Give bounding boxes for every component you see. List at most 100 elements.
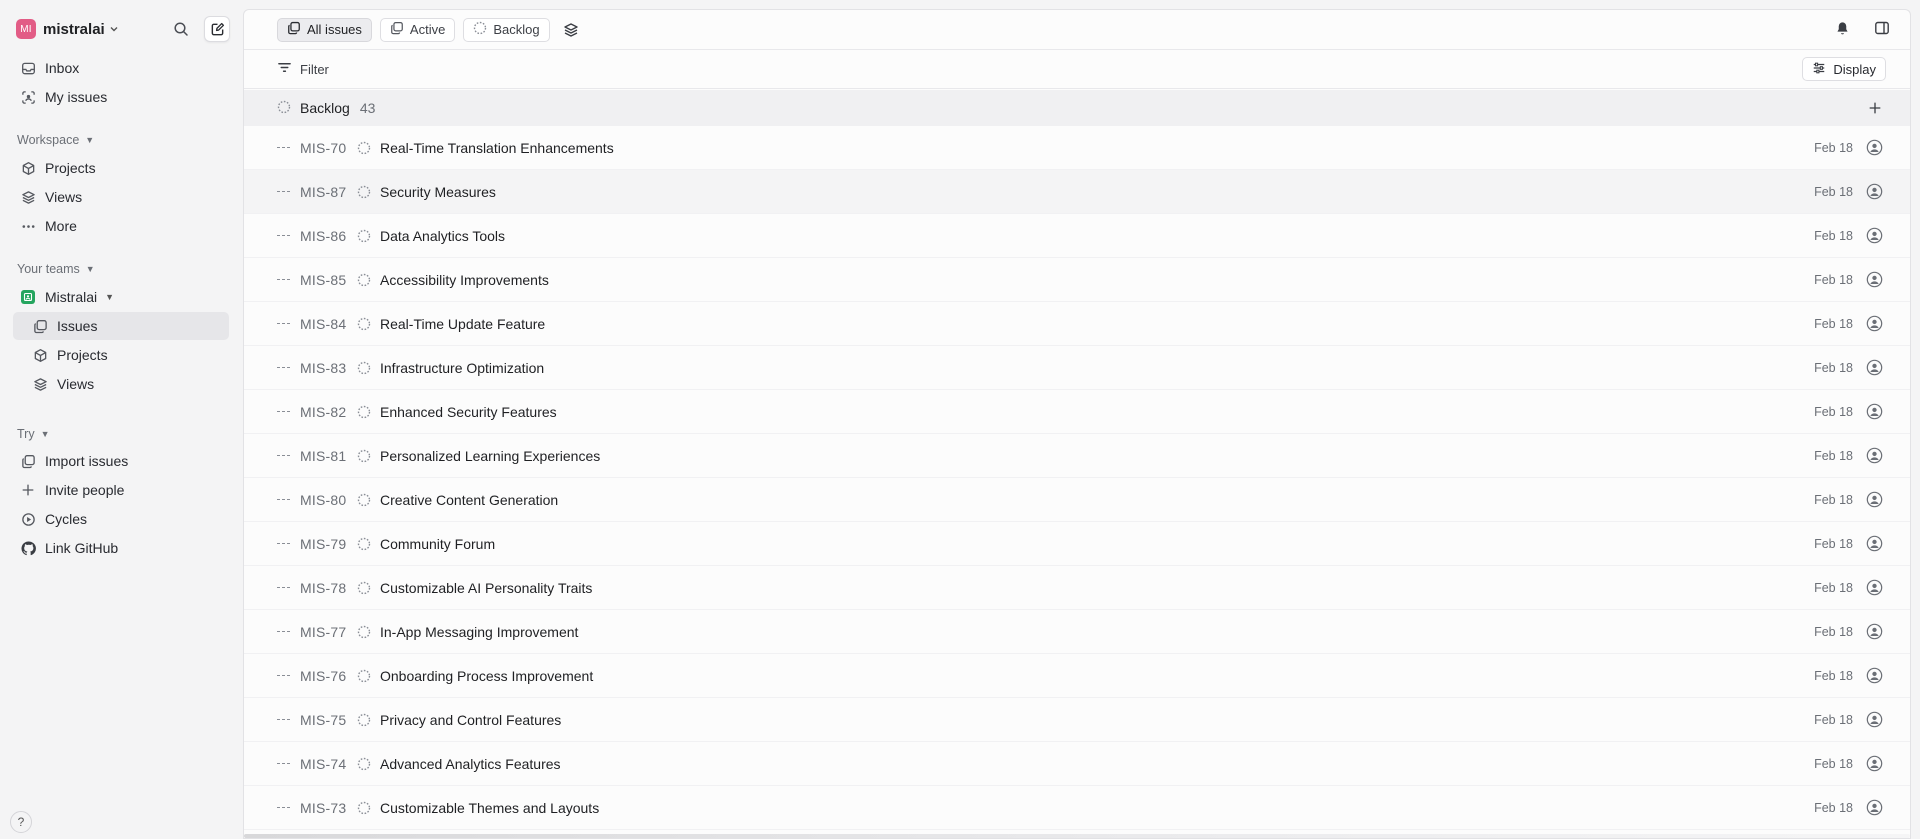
no-priority-icon[interactable] bbox=[277, 762, 291, 765]
assignee-avatar-icon[interactable] bbox=[1865, 183, 1883, 201]
backlog-status-icon[interactable] bbox=[357, 713, 371, 727]
assignee-avatar-icon[interactable] bbox=[1865, 755, 1883, 773]
sidebar-item-invite-people[interactable]: Invite people bbox=[13, 476, 229, 504]
sidebar-item-cycles[interactable]: Cycles bbox=[13, 505, 229, 533]
layers-icon[interactable] bbox=[558, 17, 584, 43]
backlog-status-icon[interactable] bbox=[357, 625, 371, 639]
issue-row[interactable]: MIS-85 Accessibility Improvements Feb 18 bbox=[244, 258, 1910, 302]
assignee-avatar-icon[interactable] bbox=[1865, 579, 1883, 597]
issue-row[interactable]: MIS-77 In-App Messaging Improvement Feb 18 bbox=[244, 610, 1910, 654]
sidebar-item-more[interactable]: More bbox=[13, 212, 229, 240]
backlog-status-icon[interactable] bbox=[357, 405, 371, 419]
issue-row[interactable]: MIS-78 Customizable AI Personality Traits… bbox=[244, 566, 1910, 610]
tab-backlog[interactable]: Backlog bbox=[463, 17, 550, 42]
backlog-status-icon[interactable] bbox=[357, 537, 371, 551]
no-priority-icon[interactable] bbox=[277, 190, 291, 193]
workspace-avatar[interactable]: MI bbox=[16, 19, 36, 39]
no-priority-icon[interactable] bbox=[277, 454, 291, 457]
tab-all-issues[interactable]: All issues bbox=[277, 17, 372, 42]
backlog-status-icon bbox=[277, 100, 291, 117]
assignee-avatar-icon[interactable] bbox=[1865, 799, 1883, 817]
issue-row[interactable]: MIS-74 Advanced Analytics Features Feb 18 bbox=[244, 742, 1910, 786]
backlog-status-icon[interactable] bbox=[357, 449, 371, 463]
no-priority-icon[interactable] bbox=[277, 542, 291, 545]
no-priority-icon[interactable] bbox=[277, 630, 291, 633]
no-priority-icon[interactable] bbox=[277, 718, 291, 721]
assignee-avatar-icon[interactable] bbox=[1865, 535, 1883, 553]
issue-row[interactable]: MIS-84 Real-Time Update Feature Feb 18 bbox=[244, 302, 1910, 346]
issue-row[interactable]: MIS-76 Onboarding Process Improvement Feb … bbox=[244, 654, 1910, 698]
tab-active[interactable]: Active bbox=[379, 17, 456, 42]
no-priority-icon[interactable] bbox=[277, 234, 291, 237]
sidebar-item-views[interactable]: Views bbox=[13, 183, 229, 211]
sidebar-item-projects[interactable]: Projects bbox=[13, 154, 229, 182]
display-button[interactable]: Display bbox=[1802, 57, 1886, 81]
assignee-avatar-icon[interactable] bbox=[1865, 403, 1883, 421]
issue-row[interactable]: MIS-80 Creative Content Generation Feb 18 bbox=[244, 478, 1910, 522]
horizontal-scrollbar[interactable] bbox=[244, 834, 1910, 838]
backlog-status-icon[interactable] bbox=[357, 141, 371, 155]
backlog-status-icon[interactable] bbox=[357, 669, 371, 683]
backlog-status-icon[interactable] bbox=[357, 273, 371, 287]
backlog-status-icon[interactable] bbox=[357, 361, 371, 375]
no-priority-icon[interactable] bbox=[277, 146, 291, 149]
bell-icon[interactable] bbox=[1835, 21, 1850, 39]
no-priority-icon[interactable] bbox=[277, 322, 291, 325]
issue-row[interactable]: MIS-81 Personalized Learning Experiences F… bbox=[244, 434, 1910, 478]
backlog-status-icon[interactable] bbox=[357, 801, 371, 815]
sidebar-item-import-issues[interactable]: Import issues bbox=[13, 447, 229, 475]
assignee-avatar-icon[interactable] bbox=[1865, 315, 1883, 333]
issue-row[interactable]: MIS-70 Real-Time Translation Enhancements… bbox=[244, 126, 1910, 170]
no-priority-icon[interactable] bbox=[277, 674, 291, 677]
try-section-label[interactable]: Try ▼ bbox=[17, 425, 50, 443]
backlog-status-icon[interactable] bbox=[357, 229, 371, 243]
issue-row[interactable]: MIS-73 Customizable Themes and Layouts Feb… bbox=[244, 786, 1910, 830]
issue-title: Onboarding Process Improvement bbox=[380, 667, 594, 684]
chevron-down-icon[interactable] bbox=[109, 24, 119, 34]
backlog-status-icon[interactable] bbox=[357, 317, 371, 331]
no-priority-icon[interactable] bbox=[277, 806, 291, 809]
sidebar-item-inbox[interactable]: Inbox bbox=[13, 54, 229, 82]
sidebar-item-team-views[interactable]: Views bbox=[13, 370, 229, 398]
issue-row[interactable]: MIS-86 Data Analytics Tools Feb 18 bbox=[244, 214, 1910, 258]
assignee-avatar-icon[interactable] bbox=[1865, 711, 1883, 729]
teams-section-label[interactable]: Your teams ▼ bbox=[17, 260, 95, 278]
import-icon bbox=[20, 453, 36, 469]
assignee-avatar-icon[interactable] bbox=[1865, 271, 1883, 289]
group-header-backlog[interactable]: Backlog 43 bbox=[244, 90, 1910, 126]
search-icon[interactable] bbox=[168, 16, 194, 42]
sidebar-item-link-github[interactable]: Link GitHub bbox=[13, 534, 229, 562]
no-priority-icon[interactable] bbox=[277, 498, 291, 501]
assignee-avatar-icon[interactable] bbox=[1865, 227, 1883, 245]
no-priority-icon[interactable] bbox=[277, 278, 291, 281]
assignee-avatar-icon[interactable] bbox=[1865, 623, 1883, 641]
team-mistralai[interactable]: Mistralai ▼ bbox=[13, 283, 229, 311]
assignee-avatar-icon[interactable] bbox=[1865, 667, 1883, 685]
assignee-avatar-icon[interactable] bbox=[1865, 447, 1883, 465]
workspace-section-label[interactable]: Workspace ▼ bbox=[17, 131, 94, 149]
backlog-status-icon[interactable] bbox=[357, 493, 371, 507]
no-priority-icon[interactable] bbox=[277, 586, 291, 589]
issue-row[interactable]: MIS-75 Privacy and Control Features Feb 18 bbox=[244, 698, 1910, 742]
backlog-status-icon[interactable] bbox=[357, 757, 371, 771]
sidebar-item-team-projects[interactable]: Projects bbox=[13, 341, 229, 369]
sidebar-panel-toggle-icon[interactable] bbox=[1874, 20, 1890, 39]
issue-row[interactable]: MIS-87 Security Measures Feb 18 bbox=[244, 170, 1910, 214]
backlog-status-icon[interactable] bbox=[357, 185, 371, 199]
no-priority-icon[interactable] bbox=[277, 410, 291, 413]
issue-row[interactable]: MIS-82 Enhanced Security Features Feb 18 bbox=[244, 390, 1910, 434]
help-button[interactable]: ? bbox=[10, 811, 32, 833]
assignee-avatar-icon[interactable] bbox=[1865, 491, 1883, 509]
assignee-avatar-icon[interactable] bbox=[1865, 359, 1883, 377]
workspace-name[interactable]: mistralai bbox=[43, 21, 105, 38]
backlog-status-icon[interactable] bbox=[357, 581, 371, 595]
filter-button[interactable]: Filter bbox=[277, 60, 329, 78]
issue-row[interactable]: MIS-79 Community Forum Feb 18 bbox=[244, 522, 1910, 566]
sidebar-item-my-issues[interactable]: My issues bbox=[13, 83, 229, 111]
no-priority-icon[interactable] bbox=[277, 366, 291, 369]
add-issue-icon[interactable] bbox=[1868, 101, 1882, 115]
new-issue-button[interactable] bbox=[204, 16, 230, 42]
issue-row[interactable]: MIS-83 Infrastructure Optimization Feb 18 bbox=[244, 346, 1910, 390]
assignee-avatar-icon[interactable] bbox=[1865, 139, 1883, 157]
sidebar-item-team-issues[interactable]: Issues bbox=[13, 312, 229, 340]
